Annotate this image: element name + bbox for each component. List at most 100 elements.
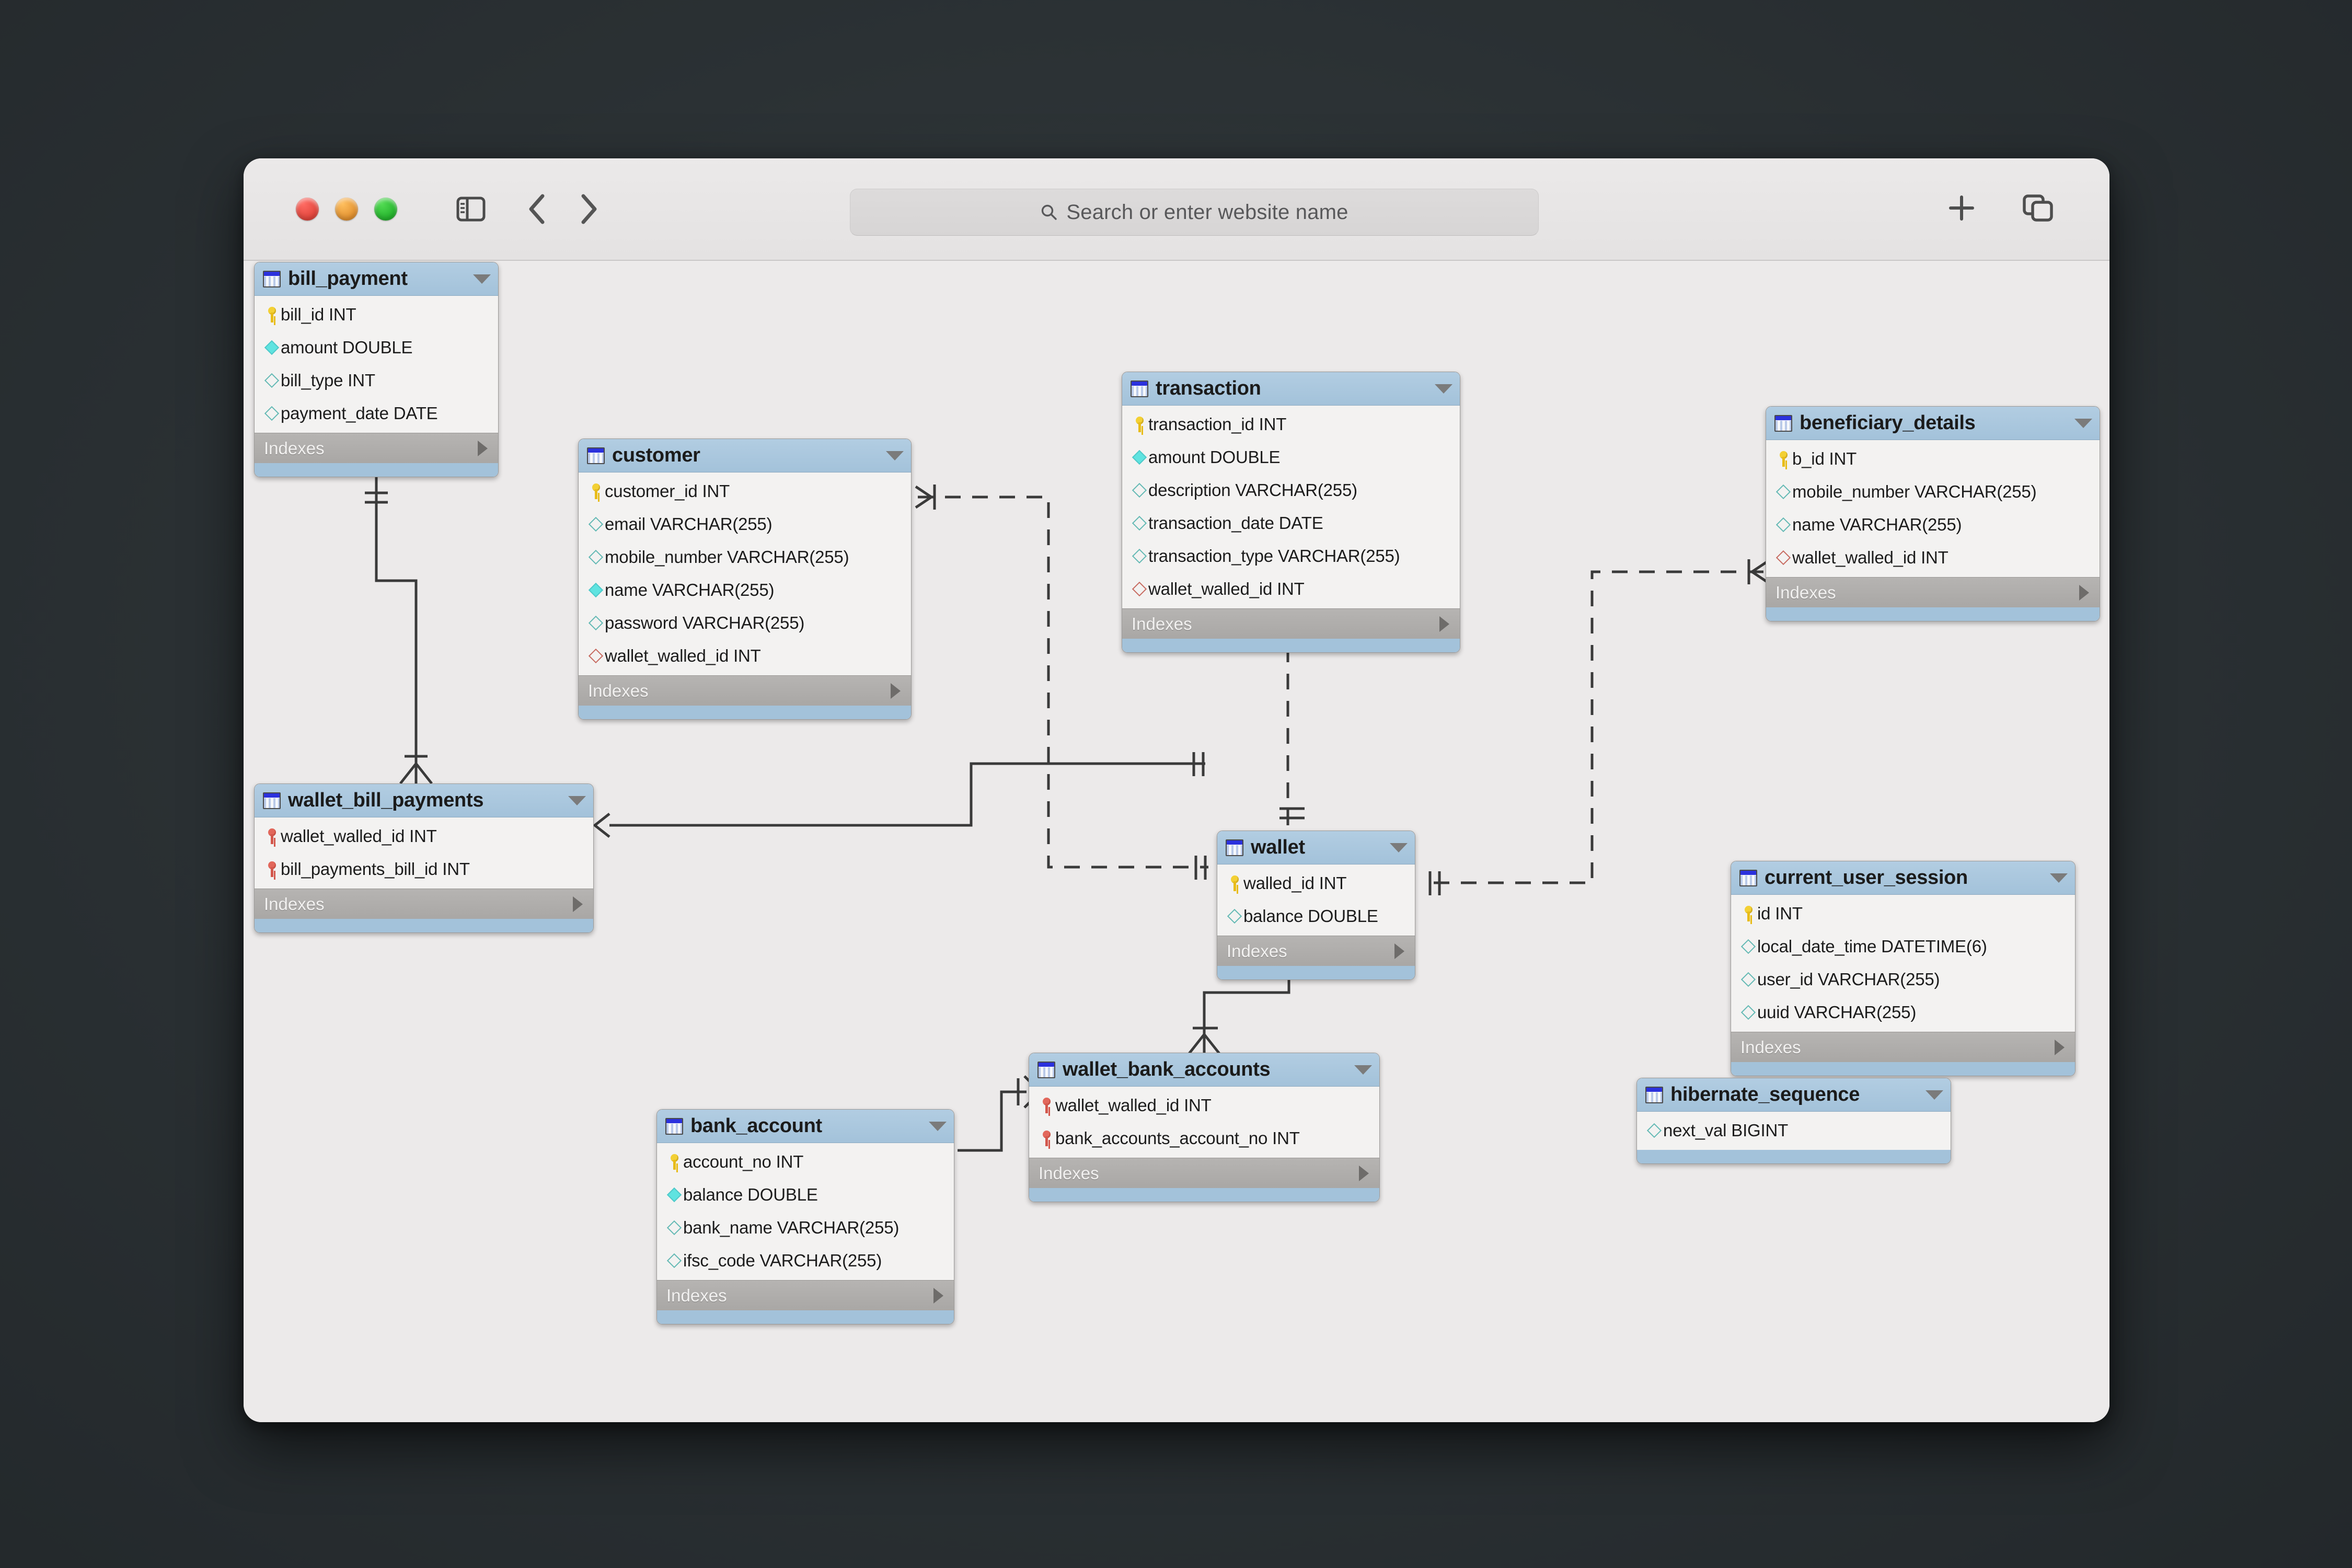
er-column[interactable]: wallet_walled_id INT bbox=[255, 820, 593, 852]
er-column[interactable]: id INT bbox=[1731, 897, 2075, 930]
chevron-down-icon[interactable] bbox=[1390, 843, 1408, 852]
er-column[interactable]: mobile_number VARCHAR(255) bbox=[1766, 475, 2100, 508]
er-table-hibernate_sequence[interactable]: hibernate_sequencenext_val BIGINT bbox=[1636, 1078, 1951, 1164]
er-column[interactable]: bill_payments_bill_id INT bbox=[255, 852, 593, 885]
tab-overview-button[interactable] bbox=[2014, 185, 2061, 232]
er-indexes-bar[interactable]: Indexes bbox=[579, 675, 911, 706]
er-table-wallet_bill_payments[interactable]: wallet_bill_paymentswallet_walled_id INT… bbox=[254, 783, 594, 933]
back-button[interactable] bbox=[513, 186, 560, 233]
er-indexes-bar[interactable]: Indexes bbox=[255, 433, 498, 463]
er-column[interactable]: ifsc_code VARCHAR(255) bbox=[657, 1244, 954, 1277]
chevron-right-icon[interactable] bbox=[573, 896, 583, 912]
chevron-right-icon[interactable] bbox=[933, 1288, 943, 1304]
er-table-footer bbox=[255, 463, 498, 477]
er-column[interactable]: customer_id INT bbox=[579, 475, 911, 508]
er-column[interactable]: balance DOUBLE bbox=[1217, 900, 1415, 932]
chevron-right-icon[interactable] bbox=[1359, 1166, 1369, 1181]
er-indexes-bar[interactable]: Indexes bbox=[255, 889, 593, 919]
er-column[interactable]: password VARCHAR(255) bbox=[579, 606, 911, 639]
er-column[interactable]: email VARCHAR(255) bbox=[579, 508, 911, 540]
er-column[interactable]: amount DOUBLE bbox=[1122, 441, 1460, 474]
er-column[interactable]: user_id VARCHAR(255) bbox=[1731, 963, 2075, 996]
chevron-down-icon[interactable] bbox=[886, 451, 904, 460]
er-table-header-bank_account[interactable]: bank_account bbox=[657, 1110, 954, 1143]
er-column-label: transaction_date DATE bbox=[1148, 513, 1323, 533]
er-column[interactable]: local_date_time DATETIME(6) bbox=[1731, 930, 2075, 963]
er-column[interactable]: account_no INT bbox=[657, 1145, 954, 1178]
er-table-wallet[interactable]: walletwalled_id INTbalance DOUBLE Indexes bbox=[1217, 831, 1415, 980]
er-column[interactable]: amount DOUBLE bbox=[255, 331, 498, 364]
er-column[interactable]: uuid VARCHAR(255) bbox=[1731, 996, 2075, 1029]
not-null-column-icon bbox=[1132, 449, 1147, 464]
chevron-down-icon[interactable] bbox=[1354, 1065, 1372, 1075]
er-table-columns: customer_id INTemail VARCHAR(255)mobile_… bbox=[579, 472, 911, 675]
er-column-label: name VARCHAR(255) bbox=[1792, 515, 1962, 535]
chevron-down-icon[interactable] bbox=[568, 796, 586, 805]
er-table-header-wallet_bill_payments[interactable]: wallet_bill_payments bbox=[255, 784, 593, 817]
chevron-right-icon[interactable] bbox=[2079, 585, 2089, 601]
er-column[interactable]: name VARCHAR(255) bbox=[1766, 508, 2100, 541]
er-table-bank_account[interactable]: bank_accountaccount_no INTbalance DOUBLE… bbox=[656, 1109, 954, 1324]
er-column[interactable]: bank_accounts_account_no INT bbox=[1029, 1122, 1379, 1155]
er-column[interactable]: bill_id INT bbox=[255, 298, 498, 331]
er-table-header-transaction[interactable]: transaction bbox=[1122, 372, 1460, 406]
er-column[interactable]: wallet_walled_id INT bbox=[1029, 1089, 1379, 1122]
chevron-down-icon[interactable] bbox=[1926, 1090, 1943, 1100]
er-indexes-bar[interactable]: Indexes bbox=[1731, 1032, 2075, 1062]
er-table-header-bill_payment[interactable]: bill_payment bbox=[255, 262, 498, 296]
er-table-transaction[interactable]: transactiontransaction_id INTamount DOUB… bbox=[1122, 372, 1460, 653]
chevron-down-icon[interactable] bbox=[473, 274, 491, 284]
er-column[interactable]: walled_id INT bbox=[1217, 867, 1415, 900]
er-table-beneficiary_details[interactable]: beneficiary_detailsb_id INTmobile_number… bbox=[1766, 406, 2100, 621]
er-column[interactable]: balance DOUBLE bbox=[657, 1178, 954, 1211]
er-column[interactable]: next_val BIGINT bbox=[1637, 1114, 1951, 1147]
er-column[interactable]: wallet_walled_id INT bbox=[1766, 541, 2100, 574]
er-indexes-bar[interactable]: Indexes bbox=[1217, 936, 1415, 966]
chevron-down-icon[interactable] bbox=[929, 1122, 947, 1131]
er-diagram-canvas[interactable]: bill_paymentbill_id INTamount DOUBLEbill… bbox=[244, 261, 2109, 1422]
minimize-window-button[interactable] bbox=[335, 198, 358, 221]
er-table-header-hibernate_sequence[interactable]: hibernate_sequence bbox=[1637, 1078, 1951, 1112]
new-tab-button[interactable] bbox=[1938, 185, 1985, 232]
er-column[interactable]: wallet_walled_id INT bbox=[1122, 572, 1460, 605]
er-column[interactable]: description VARCHAR(255) bbox=[1122, 474, 1460, 506]
er-table-customer[interactable]: customercustomer_id INTemail VARCHAR(255… bbox=[578, 439, 912, 720]
er-indexes-bar[interactable]: Indexes bbox=[1029, 1158, 1379, 1188]
er-column[interactable]: transaction_id INT bbox=[1122, 408, 1460, 441]
er-table-header-customer[interactable]: customer bbox=[579, 439, 911, 472]
er-table-header-current_user_session[interactable]: current_user_session bbox=[1731, 861, 2075, 895]
maximize-window-button[interactable] bbox=[374, 198, 397, 221]
close-window-button[interactable] bbox=[296, 198, 319, 221]
er-column[interactable]: transaction_date DATE bbox=[1122, 506, 1460, 539]
address-bar[interactable]: Search or enter website name bbox=[850, 189, 1539, 236]
er-table-header-wallet_bank_accounts[interactable]: wallet_bank_accounts bbox=[1029, 1053, 1379, 1087]
er-column[interactable]: b_id INT bbox=[1766, 442, 2100, 475]
chevron-right-icon[interactable] bbox=[891, 683, 901, 699]
forward-button[interactable] bbox=[566, 186, 613, 233]
chevron-right-icon[interactable] bbox=[1439, 616, 1449, 632]
er-table-header-wallet[interactable]: wallet bbox=[1217, 831, 1415, 864]
primary-key-icon bbox=[1230, 875, 1239, 891]
er-column[interactable]: transaction_type VARCHAR(255) bbox=[1122, 539, 1460, 572]
chevron-down-icon[interactable] bbox=[1435, 384, 1452, 394]
er-column[interactable]: mobile_number VARCHAR(255) bbox=[579, 540, 911, 573]
er-indexes-bar[interactable]: Indexes bbox=[1766, 577, 2100, 607]
er-column[interactable]: name VARCHAR(255) bbox=[579, 573, 911, 606]
er-table-bill_payment[interactable]: bill_paymentbill_id INTamount DOUBLEbill… bbox=[254, 262, 499, 477]
er-table-current_user_session[interactable]: current_user_sessionid INTlocal_date_tim… bbox=[1731, 861, 2076, 1076]
chevron-right-icon[interactable] bbox=[1394, 943, 1404, 959]
chevron-right-icon[interactable] bbox=[2055, 1040, 2065, 1055]
er-indexes-bar[interactable]: Indexes bbox=[1122, 608, 1460, 639]
chevron-down-icon[interactable] bbox=[2074, 419, 2092, 428]
chevron-down-icon[interactable] bbox=[2050, 873, 2068, 883]
er-column[interactable]: bank_name VARCHAR(255) bbox=[657, 1211, 954, 1244]
er-indexes-bar[interactable]: Indexes bbox=[657, 1280, 954, 1310]
sidebar-toggle-button[interactable] bbox=[447, 186, 494, 233]
er-column[interactable]: wallet_walled_id INT bbox=[579, 639, 911, 672]
er-table-wallet_bank_accounts[interactable]: wallet_bank_accountswallet_walled_id INT… bbox=[1029, 1053, 1380, 1202]
er-table-header-beneficiary_details[interactable]: beneficiary_details bbox=[1766, 407, 2100, 440]
er-column[interactable]: payment_date DATE bbox=[255, 397, 498, 430]
chevron-right-icon[interactable] bbox=[478, 441, 488, 456]
er-table-footer bbox=[1122, 639, 1460, 652]
er-column[interactable]: bill_type INT bbox=[255, 364, 498, 397]
